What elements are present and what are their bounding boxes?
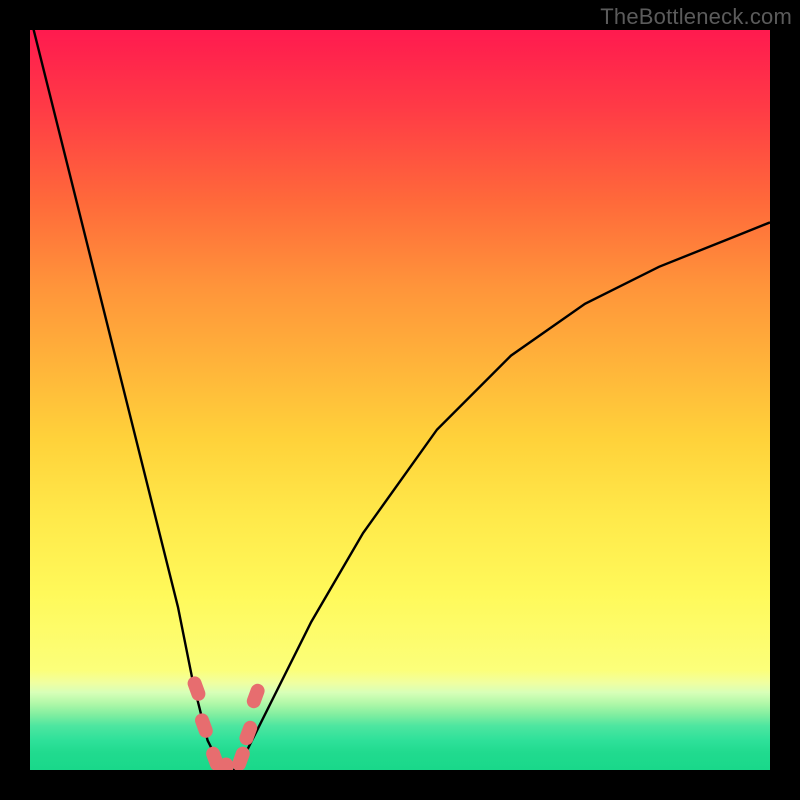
marker-dot: [239, 754, 243, 764]
marker-dot: [213, 754, 217, 764]
marker-dot: [195, 683, 199, 693]
bottleneck-curve: [30, 30, 770, 770]
plot-area: [30, 30, 770, 770]
marker-dot: [202, 720, 206, 730]
uncertainty-markers: [195, 683, 258, 770]
watermark-text: TheBottleneck.com: [600, 4, 792, 30]
curve-layer: [30, 30, 770, 770]
marker-dot: [246, 728, 250, 738]
outer-frame: TheBottleneck.com: [0, 0, 800, 800]
marker-dot: [254, 691, 258, 701]
